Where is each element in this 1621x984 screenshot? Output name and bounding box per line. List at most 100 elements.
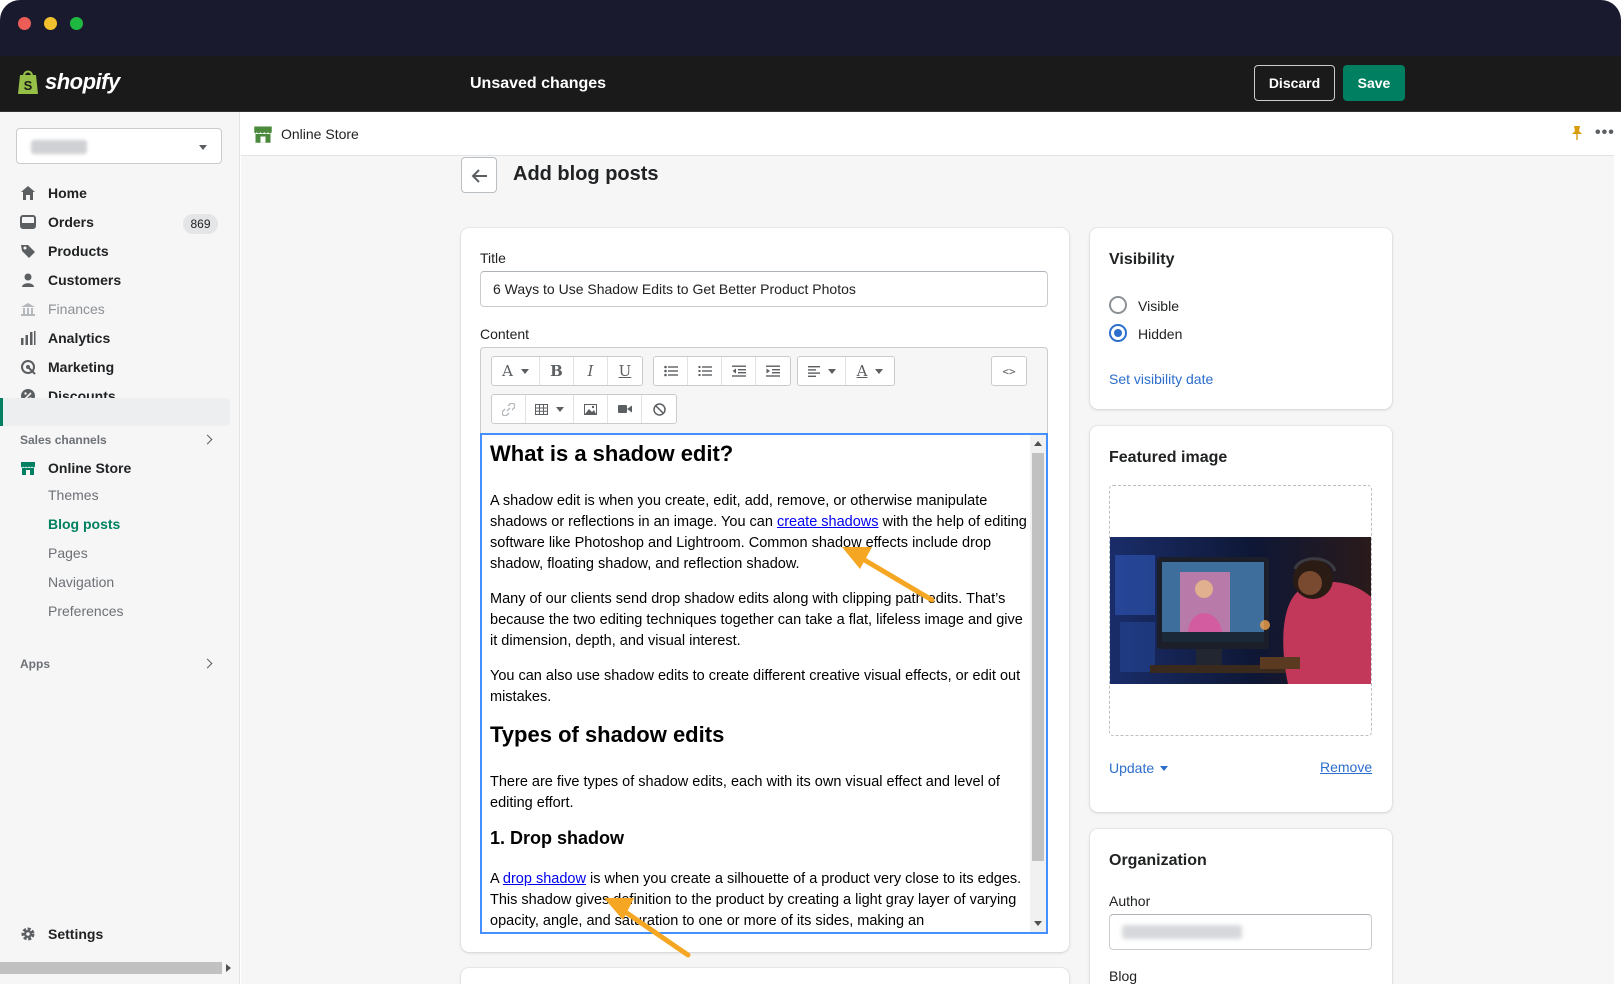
visibility-title: Visibility: [1109, 251, 1175, 268]
sidebar-item-label: Analytics: [48, 330, 111, 346]
sidebar-subitem-pages[interactable]: Pages: [48, 542, 88, 564]
breadcrumb-online-store[interactable]: Online Store: [281, 126, 359, 142]
target-icon: [20, 359, 36, 375]
maximize-window-button[interactable]: [70, 17, 83, 30]
visible-radio-label[interactable]: Visible: [1138, 298, 1179, 314]
logo-text: shopify: [45, 69, 120, 94]
editor-paragraph-5: A drop shadow is when you create a silho…: [490, 871, 1022, 929]
pin-icon[interactable]: [1572, 126, 1582, 140]
video-icon: [617, 405, 632, 413]
gear-icon: [20, 926, 36, 942]
sidebar-item-home[interactable]: Home: [20, 182, 87, 204]
orders-icon: [20, 214, 36, 230]
indent-icon: [766, 365, 780, 377]
sidebar-subitem-themes[interactable]: Themes: [48, 484, 99, 506]
minimize-window-button[interactable]: [44, 17, 57, 30]
sidebar-item-marketing[interactable]: Marketing: [20, 356, 114, 378]
tag-icon: [20, 243, 36, 259]
font-style-dropdown[interactable]: A: [492, 357, 540, 385]
organization-title: Organization: [1109, 852, 1207, 869]
more-actions-icon[interactable]: •••: [1595, 124, 1615, 142]
scroll-right-arrow-icon[interactable]: [226, 964, 231, 972]
editor-scrollbar-thumb[interactable]: [1032, 453, 1044, 861]
clear-formatting-button[interactable]: [642, 395, 676, 423]
title-label: Title: [480, 250, 506, 266]
update-image-dropdown[interactable]: Update: [1109, 760, 1169, 776]
outdent-icon: [731, 365, 746, 377]
numbered-list-icon: [698, 366, 712, 376]
html-view-button[interactable]: <>: [992, 357, 1026, 385]
table-dropdown[interactable]: [526, 395, 574, 423]
save-button[interactable]: Save: [1343, 65, 1405, 101]
sidebar-item-label: Online Store: [48, 460, 132, 476]
breadcrumb-bar: Online Store •••: [241, 112, 1621, 156]
scroll-up-arrow-icon[interactable]: [1034, 441, 1042, 446]
bullet-list-icon: [663, 365, 678, 377]
shopify-logo[interactable]: S shopify: [16, 68, 120, 96]
featured-image-title: Featured image: [1109, 449, 1228, 466]
back-button[interactable]: [461, 157, 497, 193]
html-toggle-group: <>: [991, 356, 1027, 386]
insert-video-button[interactable]: [608, 395, 642, 423]
blog-label: Blog: [1109, 968, 1138, 984]
editor-paragraph-3: You can also use shadow edits to create …: [490, 668, 1021, 705]
create-shadows-link[interactable]: create shadows: [777, 514, 879, 530]
italic-button[interactable]: I: [574, 357, 608, 385]
hidden-radio[interactable]: [1109, 324, 1127, 342]
store-icon: [20, 460, 36, 476]
align-color-group: A: [797, 356, 895, 386]
home-icon: [20, 185, 36, 201]
sidebar-item-orders[interactable]: Orders: [20, 211, 94, 233]
underline-button[interactable]: U: [608, 357, 642, 385]
sidebar-item-online-store[interactable]: Online Store: [20, 457, 131, 479]
sidebar-item-settings[interactable]: Settings: [20, 923, 103, 945]
visible-radio[interactable]: [1109, 296, 1127, 314]
align-left-icon: [807, 365, 820, 377]
close-window-button[interactable]: [18, 17, 31, 30]
insert-image-button[interactable]: [574, 395, 608, 423]
apps-heading: Apps: [20, 657, 50, 671]
store-name-redacted: [31, 140, 87, 154]
author-input[interactable]: [1109, 914, 1372, 950]
set-visibility-date-link[interactable]: Set visibility date: [1109, 371, 1213, 387]
active-item-indicator: [0, 398, 3, 426]
featured-image-thumbnail[interactable]: [1110, 537, 1371, 684]
link-icon: [502, 402, 515, 416]
numbered-list-button[interactable]: [688, 357, 722, 385]
window-titlebar: [0, 0, 1621, 56]
store-selector[interactable]: [16, 128, 222, 164]
person-icon: [20, 272, 36, 288]
sidebar-subitem-blog-posts[interactable]: Blog posts: [48, 513, 120, 535]
bold-button[interactable]: B: [540, 357, 574, 385]
title-input[interactable]: 6 Ways to Use Shadow Edits to Get Better…: [480, 271, 1048, 307]
rich-text-editor[interactable]: What is a shadow edit? A shadow edit is …: [480, 433, 1048, 934]
sidebar-horizontal-scrollbar[interactable]: [0, 962, 222, 974]
remove-image-link[interactable]: Remove: [1320, 759, 1372, 775]
author-label: Author: [1109, 893, 1151, 909]
editor-content[interactable]: What is a shadow edit? A shadow edit is …: [490, 441, 1030, 932]
editor-scrollbar[interactable]: [1030, 435, 1046, 932]
editor-subheading-1: 1. Drop shadow: [490, 828, 625, 848]
secondary-card: [461, 968, 1069, 984]
outdent-button[interactable]: [722, 357, 756, 385]
drop-shadow-link[interactable]: drop shadow: [503, 871, 586, 887]
window-edge: [1614, 112, 1621, 984]
top-bar: S shopify Unsaved changes Discard Save: [0, 56, 1621, 112]
sidebar-item-analytics[interactable]: Analytics: [20, 327, 110, 349]
arrow-left-icon: [471, 169, 487, 183]
bullet-list-button[interactable]: [654, 357, 688, 385]
align-dropdown[interactable]: [798, 357, 846, 385]
discard-button[interactable]: Discard: [1254, 65, 1335, 101]
text-format-group: A B I U: [491, 356, 643, 386]
sidebar-subitem-navigation[interactable]: Navigation: [48, 571, 114, 593]
link-button[interactable]: [492, 395, 526, 423]
indent-button[interactable]: [756, 357, 790, 385]
sidebar-item-products[interactable]: Products: [20, 240, 109, 262]
sidebar-item-label: Home: [48, 185, 87, 201]
scroll-down-arrow-icon[interactable]: [1034, 921, 1042, 926]
hidden-radio-label[interactable]: Hidden: [1138, 326, 1182, 342]
sidebar-item-customers[interactable]: Customers: [20, 269, 121, 291]
sidebar-subitem-preferences[interactable]: Preferences: [48, 600, 123, 622]
text-color-dropdown[interactable]: A: [846, 357, 894, 385]
svg-text:S: S: [24, 78, 33, 93]
